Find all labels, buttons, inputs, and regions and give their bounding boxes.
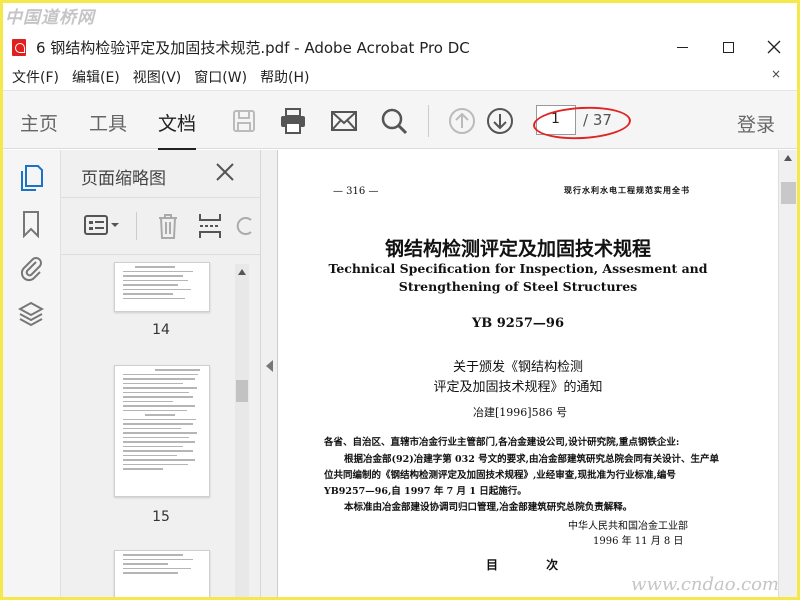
navigation-pane-strip xyxy=(3,150,61,597)
tab-document[interactable]: 文档 xyxy=(158,109,197,150)
thumbnail-tools xyxy=(61,197,261,255)
delete-page-icon[interactable] xyxy=(156,212,180,240)
document-title-en-1: Technical Specification for Inspection, … xyxy=(328,261,708,276)
document-scrollbar[interactable] xyxy=(778,150,797,597)
menu-file[interactable]: 文件(F) xyxy=(12,67,59,87)
close-panel-icon[interactable] xyxy=(213,160,237,184)
scroll-up-icon[interactable] xyxy=(238,269,246,275)
extract-page-icon[interactable] xyxy=(197,212,223,240)
minimize-button[interactable] xyxy=(659,31,705,63)
menu-window[interactable]: 窗口(W) xyxy=(194,67,247,87)
signin-button[interactable]: 登录 xyxy=(737,110,775,137)
close-icon xyxy=(767,40,781,54)
thumbnail-label-14: 14 xyxy=(152,322,170,338)
notice-title-1: 关于颁发《钢结构检测 xyxy=(452,360,583,375)
thumbnail-page-14[interactable] xyxy=(114,262,210,312)
collapse-arrow-icon[interactable] xyxy=(266,360,273,372)
layers-icon[interactable] xyxy=(18,300,44,328)
paragraph-line: 本标准由冶金部建设协调司归口管理,冶金部建筑研究总院负责解释。 xyxy=(344,502,633,513)
doc-scroll-thumb[interactable] xyxy=(781,182,796,204)
print-icon[interactable] xyxy=(278,106,308,136)
collapse-pane-bar[interactable] xyxy=(261,150,278,597)
document-title-en-2: Strengthening of Steel Structures xyxy=(398,279,638,294)
search-icon[interactable] xyxy=(379,106,409,136)
running-header: 现行水利水电工程规范实用全书 xyxy=(564,185,690,195)
minimize-icon xyxy=(676,46,688,48)
toolbar-separator xyxy=(428,105,429,137)
tab-tools[interactable]: 工具 xyxy=(89,109,127,136)
sign-date: 1996 年 11 月 8 日 xyxy=(593,536,684,547)
tab-home[interactable]: 主页 xyxy=(20,109,58,136)
next-page-icon[interactable] xyxy=(485,106,515,136)
bookmarks-icon[interactable] xyxy=(18,210,44,238)
title-bar: 6 钢结构检验评定及加固技术规范.pdf - Adobe Acrobat Pro… xyxy=(3,31,797,63)
rotate-page-icon[interactable] xyxy=(235,212,255,240)
previous-page-icon[interactable] xyxy=(447,106,477,136)
email-icon[interactable] xyxy=(329,106,359,136)
document-viewer: — 316 — 现行水利水电工程规范实用全书 钢结构检测评定及加固技术规程 Te… xyxy=(278,150,778,597)
signer: 中华人民共和国冶金工业部 xyxy=(568,521,688,532)
thumbnail-scrollbar[interactable] xyxy=(235,264,249,597)
watermark-bottom: www.cndao.com xyxy=(631,574,779,595)
pdf-file-icon xyxy=(12,38,26,56)
thumbnail-page-16[interactable] xyxy=(114,550,210,597)
menu-bar: 文件(F) 编辑(E) 视图(V) 窗口(W) 帮助(H) × xyxy=(3,65,797,89)
thumbnail-scroll-thumb[interactable] xyxy=(236,380,248,402)
paragraph-line: 各省、自治区、直辖市冶金行业主管部门,各冶金建设公司,设计研究院,重点钢铁企业: xyxy=(324,437,680,448)
close-window-button[interactable] xyxy=(751,31,797,63)
paragraph-line: YB9257—96,自 1997 年 7 月 1 日起施行。 xyxy=(324,486,527,497)
maximize-button[interactable] xyxy=(705,31,751,63)
document-title: 钢结构检测评定及加固技术规程 xyxy=(384,238,651,260)
standard-code: YB 9257—96 xyxy=(471,316,565,331)
thumbnail-page-15[interactable] xyxy=(114,365,210,497)
paragraph-line: 位共同编制的《钢结构检测评定及加固技术规程》,业经审查,现批准为行业标准,编号 xyxy=(324,470,676,481)
menu-help[interactable]: 帮助(H) xyxy=(260,67,309,87)
maximize-icon xyxy=(722,41,734,53)
thumbnail-label-15: 15 xyxy=(152,509,170,525)
watermark-top: 中国道桥网 xyxy=(5,8,95,28)
attachments-icon[interactable] xyxy=(18,254,44,282)
menu-view[interactable]: 视图(V) xyxy=(133,67,182,87)
panel-title: 页面缩略图 xyxy=(81,169,166,189)
thumbnails-panel: 页面缩略图 14 15 xyxy=(61,150,261,597)
doc-scroll-up-icon[interactable] xyxy=(784,155,792,161)
document-reference: 冶建[1996]586 号 xyxy=(473,406,568,419)
save-icon[interactable] xyxy=(229,106,259,136)
menu-edit[interactable]: 编辑(E) xyxy=(72,67,120,87)
app-window: 6 钢结构检验评定及加固技术规范.pdf - Adobe Acrobat Pro… xyxy=(3,3,797,597)
menu-overflow-icon[interactable]: × xyxy=(771,67,781,81)
paragraph-line: 根据冶金部(92)冶建字第 032 号文的要求,由冶金部建筑研究总院会同有关设计… xyxy=(344,454,719,465)
options-menu-icon[interactable] xyxy=(83,214,121,238)
window-title: 6 钢结构检验评定及加固技术规范.pdf - Adobe Acrobat Pro… xyxy=(36,38,470,57)
notice-title-2: 评定及加固技术规程》的通知 xyxy=(433,380,603,395)
contents-heading: 目 次 xyxy=(486,558,581,572)
tools-separator xyxy=(136,212,137,240)
page-thumbnails-icon[interactable] xyxy=(18,164,44,192)
page-number-text: — 316 — xyxy=(333,186,379,197)
main-toolbar: 主页 工具 文档 1 / 37 登录 xyxy=(3,90,797,150)
